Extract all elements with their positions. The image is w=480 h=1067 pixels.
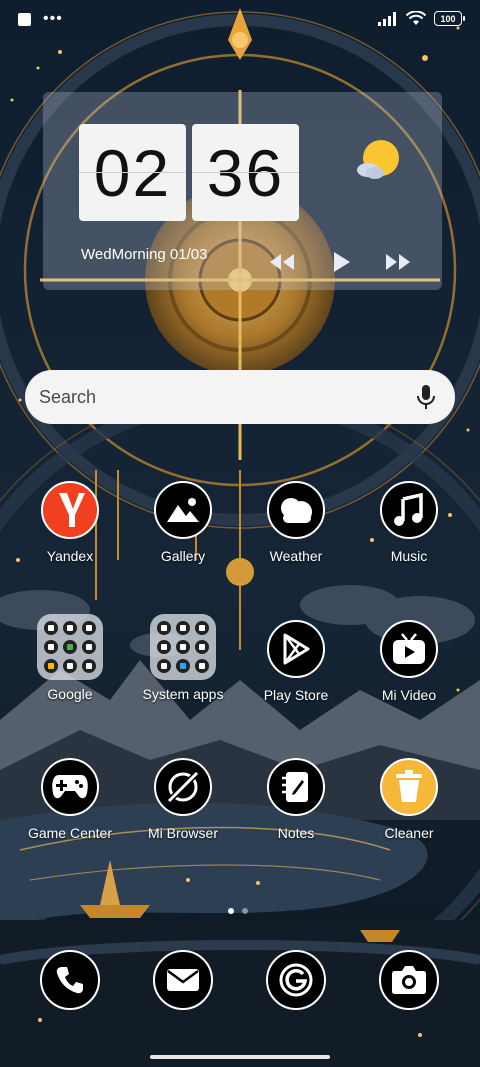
folder-app-icon (63, 659, 77, 673)
app-yandex[interactable]: Yandex (20, 481, 120, 573)
folder-app-icon (82, 621, 96, 635)
play-store-icon (267, 620, 325, 678)
app-play-store[interactable]: Play Store (246, 620, 346, 712)
clock-hours: 02 (79, 124, 186, 221)
browser-g-icon (266, 950, 326, 1010)
folder-app-icon (176, 659, 190, 673)
app-notes[interactable]: Notes (246, 758, 346, 850)
folder-app-icon (44, 659, 58, 673)
app-gallery[interactable]: Gallery (133, 481, 233, 573)
folder-app-icon (44, 640, 58, 654)
page-indicator (228, 908, 248, 914)
app-weather[interactable]: Weather (246, 481, 346, 573)
wifi-icon (406, 11, 426, 25)
folder-app-icon (63, 640, 77, 654)
search-bar[interactable]: Search (25, 370, 455, 424)
page-dot (242, 908, 248, 914)
play-icon[interactable] (328, 252, 356, 272)
dock-phone[interactable] (40, 950, 100, 1010)
app-label: Weather (269, 548, 323, 564)
folder-app-icon (195, 640, 209, 654)
folder-icon (150, 614, 216, 680)
status-bar: ••• 100 (0, 0, 480, 40)
app-mi-browser[interactable]: Mi Browser (133, 758, 233, 850)
sun-cloud-icon (357, 140, 399, 179)
app-label: Music (390, 548, 428, 564)
search-placeholder: Search (39, 387, 97, 407)
app-mi-video[interactable]: Mi Video (359, 620, 459, 712)
mi-video-icon (380, 620, 438, 678)
folder-system-apps[interactable]: System apps (133, 614, 233, 706)
gamepad-icon (41, 758, 99, 816)
app-game-center[interactable]: Game Center (20, 758, 120, 850)
phone-icon (40, 950, 100, 1010)
clock-widget[interactable]: 02 36 WedMorning 01/03 (43, 92, 442, 290)
gallery-icon (154, 481, 212, 539)
folder-app-icon (176, 640, 190, 654)
app-label: Gallery (160, 548, 206, 564)
battery-level: 100 (440, 13, 456, 24)
app-label: Mi Browser (147, 825, 218, 841)
notification-icon (18, 12, 31, 26)
app-label: Game Center (27, 825, 113, 841)
app-label: Notes (277, 825, 315, 841)
rewind-icon[interactable] (268, 252, 296, 272)
app-label: Google (47, 686, 93, 702)
app-label: Yandex (46, 548, 94, 564)
notes-icon (267, 758, 325, 816)
mic-icon[interactable] (416, 384, 436, 410)
date-text: WedMorning 01/03 (81, 246, 208, 263)
folder-google[interactable]: Google (20, 614, 120, 706)
folder-app-icon (63, 621, 77, 635)
folder-app-icon (44, 621, 58, 635)
clock-minutes: 36 (192, 124, 299, 221)
messages-icon (153, 950, 213, 1010)
gesture-nav-bar[interactable] (150, 1055, 330, 1059)
dock-browser[interactable] (266, 950, 326, 1010)
music-icon (380, 481, 438, 539)
app-cleaner[interactable]: Cleaner (359, 758, 459, 850)
folder-icon (37, 614, 103, 680)
app-music[interactable]: Music (359, 481, 459, 573)
more-notifications-icon: ••• (43, 10, 63, 27)
signal-icon (378, 11, 396, 26)
app-label: Cleaner (384, 825, 434, 841)
page-dot-active (228, 908, 234, 914)
folder-app-icon (82, 640, 96, 654)
weather-icon (267, 481, 325, 539)
fast-forward-icon[interactable] (384, 252, 412, 272)
folder-app-icon (157, 621, 171, 635)
dock-messages[interactable] (153, 950, 213, 1010)
cleaner-icon (380, 758, 438, 816)
folder-app-icon (157, 640, 171, 654)
dock-camera[interactable] (379, 950, 439, 1010)
app-label: System apps (142, 686, 224, 702)
browser-icon (154, 758, 212, 816)
app-label: Play Store (263, 687, 329, 703)
battery-icon: 100 (434, 11, 465, 26)
camera-icon (379, 950, 439, 1010)
folder-app-icon (157, 659, 171, 673)
folder-app-icon (195, 659, 209, 673)
folder-app-icon (176, 621, 190, 635)
yandex-icon (41, 481, 99, 539)
folder-app-icon (82, 659, 96, 673)
folder-app-icon (195, 621, 209, 635)
app-label: Mi Video (381, 687, 437, 703)
